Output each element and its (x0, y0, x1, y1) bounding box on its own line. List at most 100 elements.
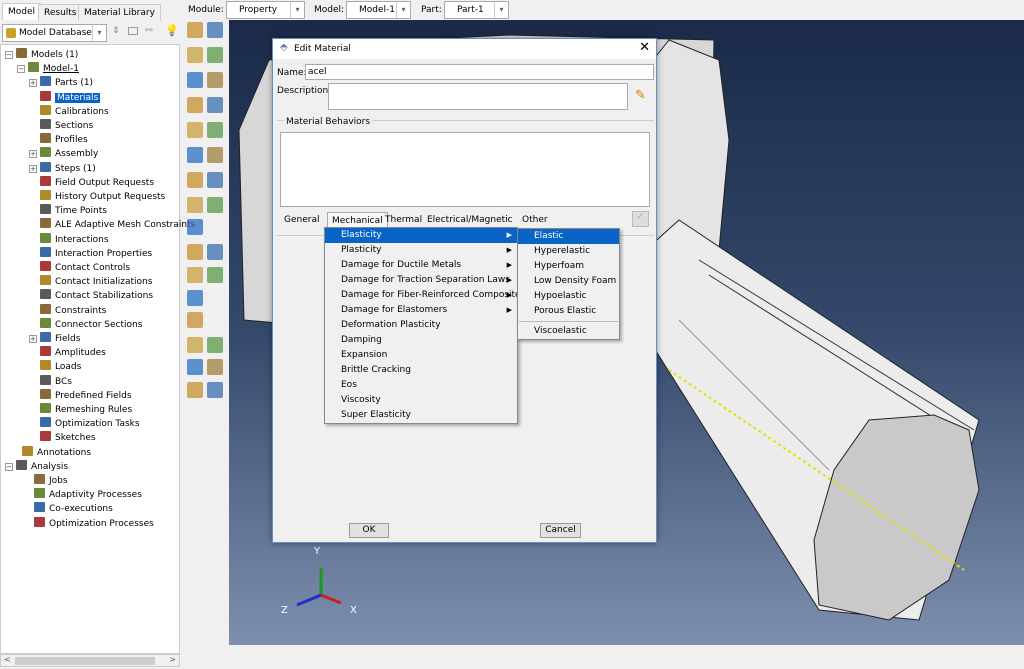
menu-item-damage-for-fiber-reinforced-composites[interactable]: Damage for Fiber-Reinforced Composites ▶ (325, 288, 525, 303)
tree-item-parts-1[interactable]: Parts (1) (40, 76, 93, 90)
tree-item-sections[interactable]: Sections (40, 119, 93, 133)
model-tree[interactable]: − Models (1) − Model-1 + Parts (1) Materials Ca… (0, 44, 195, 654)
tree-item-contact-controls[interactable]: Contact Controls (40, 261, 130, 275)
toolbox-tool-icon[interactable] (207, 337, 223, 353)
tree-item-sketches[interactable]: Sketches (40, 431, 96, 445)
tree-item-interaction-properties[interactable]: Interaction Properties (40, 246, 152, 261)
cancel-button[interactable]: Cancel (540, 523, 581, 538)
tab-results[interactable]: Results (38, 4, 83, 21)
part-select[interactable]: Part-1 ▾ (444, 1, 509, 19)
tab-material-library[interactable]: Material Library (78, 4, 161, 21)
toolbox-tool-icon[interactable] (187, 382, 203, 398)
expand-icon[interactable]: ⚯ (145, 26, 153, 36)
toolbox-tool-icon[interactable] (207, 147, 223, 163)
menu-general[interactable]: General (280, 212, 323, 229)
toolbox-tool-icon[interactable] (207, 382, 223, 398)
tree-item-annotations[interactable]: Annotations (22, 445, 91, 460)
collapse-icon[interactable]: − (5, 51, 13, 59)
toolbox-tool-icon[interactable] (187, 147, 203, 163)
toolbox-tool-icon[interactable] (187, 22, 203, 38)
tree-item-interactions[interactable]: Interactions (40, 232, 109, 247)
menu-item-low-density-foam[interactable]: Low Density Foam (518, 274, 619, 289)
toolbox-tool-icon[interactable] (187, 47, 203, 63)
lightbulb-icon[interactable]: 💡 (165, 24, 179, 37)
menu-item-hypoelastic[interactable]: Hypoelastic (518, 289, 619, 304)
toolbox-tool-icon[interactable] (207, 97, 223, 113)
menu-item-brittle-cracking[interactable]: Brittle Cracking (325, 363, 517, 378)
close-icon[interactable]: ✕ (639, 40, 650, 55)
toolbox-tool-icon[interactable] (207, 244, 223, 260)
toolbox-tool-icon[interactable] (187, 290, 203, 306)
menu-item-eos[interactable]: Eos (325, 378, 517, 393)
expand-icon[interactable]: + (29, 164, 37, 173)
menu-item-viscosity[interactable]: Viscosity (325, 393, 517, 408)
pencil-icon[interactable]: ✎ (635, 88, 646, 103)
tree-item-field-output-requests[interactable]: Field Output Requests (40, 175, 154, 190)
menu-item-deformation-plasticity[interactable]: Deformation Plasticity (325, 318, 517, 333)
toolbox-tool-icon[interactable] (187, 72, 203, 88)
tree-item-amplitudes[interactable]: Amplitudes (40, 346, 106, 360)
toolbox-tool-icon[interactable] (187, 197, 203, 213)
tree-item-history-output-requests[interactable]: History Output Requests (40, 190, 165, 204)
menu-item-elasticity[interactable]: Elasticity ▶ (325, 228, 517, 243)
tab-model[interactable]: Model (2, 3, 42, 20)
tree-item-materials[interactable]: Materials (40, 90, 101, 105)
toolbox-tool-icon[interactable] (207, 267, 223, 283)
menu-item-porous-elastic[interactable]: Porous Elastic (518, 304, 619, 319)
tree-item-steps-1[interactable]: Steps (1) (40, 161, 96, 176)
tree-item-ale-adaptive-mesh-constraints[interactable]: ALE Adaptive Mesh Constraints (40, 218, 195, 232)
tree-item-model-1[interactable]: Model-1 (28, 62, 79, 76)
tree-item-optimization-tasks[interactable]: Optimization Tasks (40, 417, 140, 431)
toolbox-tool-icon[interactable] (187, 267, 203, 283)
toolbox-tool-icon[interactable] (187, 312, 203, 328)
toolbox-tool-icon[interactable] (207, 197, 223, 213)
toolbox-tool-icon[interactable] (187, 97, 203, 113)
expand-icon[interactable]: + (29, 335, 37, 343)
toolbox-tool-icon[interactable] (207, 122, 223, 138)
tree-item-adaptivity-processes[interactable]: Adaptivity Processes (34, 488, 142, 502)
horizontal-scrollbar[interactable]: < > (0, 654, 180, 667)
delete-behavior-icon[interactable]: ✓ (632, 211, 649, 227)
menu-item-super-elasticity[interactable]: Super Elasticity (325, 408, 517, 423)
tree-item-contact-stabilizations[interactable]: Contact Stabilizations (40, 289, 153, 303)
tree-item-contact-initializations[interactable]: Contact Initializations (40, 275, 152, 289)
tree-item-optimization-processes[interactable]: Optimization Processes (34, 516, 154, 531)
collapse-icon[interactable]: − (17, 65, 25, 74)
expand-icon[interactable]: + (29, 79, 37, 88)
model-database-select[interactable]: Model Database ▾ (2, 24, 107, 42)
tree-item-bcs[interactable]: BCs (40, 374, 72, 389)
menu-other[interactable]: Other (518, 212, 552, 229)
toolbox-tool-icon[interactable] (207, 72, 223, 88)
menu-item-hyperelastic[interactable]: Hyperelastic (518, 244, 619, 259)
tree-item-jobs[interactable]: Jobs (34, 474, 68, 488)
toolbox-tool-icon[interactable] (187, 244, 203, 260)
collapse-icon[interactable]: − (5, 462, 13, 471)
menu-item-damage-for-elastomers[interactable]: Damage for Elastomers ▶ (325, 303, 517, 318)
menu-item-viscoelastic[interactable]: Viscoelastic (518, 324, 619, 339)
name-input[interactable] (305, 64, 654, 80)
toolbox-tool-icon[interactable] (187, 172, 203, 188)
filter-icon[interactable] (128, 27, 138, 35)
toolbox-tool-icon[interactable] (207, 47, 223, 63)
toolbox-tool-icon[interactable] (187, 337, 203, 353)
tree-item-profiles[interactable]: Profiles (40, 133, 88, 147)
model-select[interactable]: Model-1 ▾ (346, 1, 411, 19)
tree-item-models-1[interactable]: Models (1) (16, 48, 78, 62)
toolbox-tool-icon[interactable] (187, 122, 203, 138)
sort-icon[interactable]: ⇕ (112, 26, 120, 36)
ok-button[interactable]: OK (349, 523, 389, 538)
tree-item-constraints[interactable]: Constraints (40, 303, 106, 318)
tree-item-assembly[interactable]: Assembly (40, 147, 98, 161)
expand-icon[interactable]: + (29, 150, 37, 159)
menu-item-damage-for-traction-separation-laws[interactable]: Damage for Traction Separation Laws ▶ (325, 273, 517, 288)
module-select[interactable]: Property ▾ (226, 1, 305, 19)
toolbox-tool-icon[interactable] (187, 219, 203, 235)
toolbox-tool-icon[interactable] (207, 172, 223, 188)
menu-item-damping[interactable]: Damping (325, 333, 517, 348)
description-input[interactable] (328, 83, 628, 110)
tree-item-loads[interactable]: Loads (40, 360, 81, 374)
behaviors-list[interactable] (280, 132, 650, 207)
tree-item-analysis[interactable]: Analysis (16, 459, 68, 474)
tree-item-co-executions[interactable]: Co-executions (34, 502, 113, 516)
scrollbar-thumb[interactable] (15, 657, 155, 665)
